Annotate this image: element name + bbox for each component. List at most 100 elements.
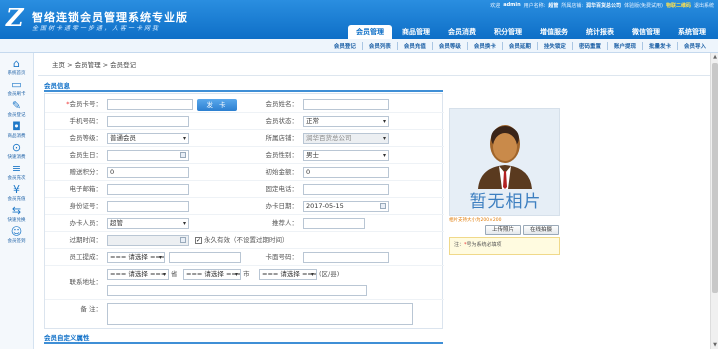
issue-card-button[interactable]: 发 卡: [197, 99, 237, 111]
card-date-input[interactable]: 2017-05-15: [303, 201, 389, 212]
subnav-extend[interactable]: 会员延期: [503, 41, 538, 50]
id-input[interactable]: [107, 201, 189, 212]
upload-photo-button[interactable]: 上传照片: [485, 225, 521, 235]
card-password-input[interactable]: [303, 252, 389, 263]
nav-tab-wechat[interactable]: 微信管理: [624, 25, 668, 39]
user-group-icon: ☺: [10, 225, 23, 238]
calendar-icon[interactable]: [380, 203, 386, 209]
email-input[interactable]: [107, 184, 189, 195]
province-select[interactable]: === 请选择 ===: [107, 269, 169, 280]
trial-text: 体验版(免费试用): [624, 3, 663, 9]
subnav-member-register[interactable]: 会员登记: [328, 41, 363, 50]
subnav-lock[interactable]: 挂失锁定: [538, 41, 573, 50]
sidebar-item-goods-consume[interactable]: ◘ 商品消费: [0, 121, 33, 142]
form-row: 电子邮箱： 固定电话：: [45, 181, 444, 198]
no-photo-text: 暂无相片: [469, 192, 542, 212]
divider: [38, 75, 710, 76]
permanent-text: 永久有效（不设置过期时间）: [204, 236, 289, 244]
exchange-icon: ⇆: [11, 204, 22, 217]
form-row: 备 注：: [45, 300, 444, 328]
bag-icon: ◘: [12, 120, 21, 133]
operator-select[interactable]: 超管: [107, 218, 189, 229]
nav-tab-value-added[interactable]: 增值服务: [532, 25, 576, 39]
bonus-points-input[interactable]: 0: [107, 167, 189, 178]
expire-label: 过期时间：: [69, 236, 103, 244]
nav-tab-points[interactable]: 积分管理: [486, 25, 530, 39]
staff-select[interactable]: === 请选择 ===: [107, 252, 165, 263]
logout-link[interactable]: 退出系统: [694, 2, 714, 9]
sidebar-item-home[interactable]: ⌂ 系统首页: [0, 58, 33, 79]
landline-label: 固定电话：: [265, 185, 299, 193]
logo-icon: Z: [6, 3, 24, 32]
level-select[interactable]: 普通会员: [107, 133, 189, 144]
capture-photo-button[interactable]: 在线拍摄: [523, 225, 559, 235]
status-select[interactable]: 正常: [303, 116, 389, 127]
scroll-down-icon[interactable]: ▼: [711, 341, 718, 349]
subnav-password-reset[interactable]: 密码重置: [573, 41, 608, 50]
scroll-thumb[interactable]: [712, 63, 718, 293]
vertical-scrollbar[interactable]: ▲ ▼: [710, 53, 718, 349]
nav-tab-goods[interactable]: 商品管理: [394, 25, 438, 39]
scroll-up-icon[interactable]: ▲: [711, 53, 718, 61]
subnav-member-import[interactable]: 会员导入: [678, 42, 712, 50]
form-row: 办卡人员： 超管 推荐人：: [45, 215, 444, 232]
subnav-withdraw[interactable]: 账户提现: [608, 41, 643, 50]
form-row: 会员生日： 会员性别： 男士: [45, 147, 444, 164]
sidebar-item-register[interactable]: ✎ 会员登记: [0, 100, 33, 121]
city-select[interactable]: === 请选择 ===: [183, 269, 241, 280]
sidebar-item-label: 系统首页: [7, 71, 26, 76]
staff-extra-input[interactable]: [169, 252, 241, 263]
expire-input[interactable]: [107, 235, 189, 246]
landline-input[interactable]: [303, 184, 389, 195]
store-name: 润华百货总公司: [586, 3, 622, 9]
sidebar-item-label: 会员签到: [7, 239, 26, 244]
subnav-member-list[interactable]: 会员列表: [363, 41, 398, 50]
referrer-input[interactable]: [303, 218, 365, 229]
member-photo: 暂无相片: [449, 108, 560, 216]
subnav-batch-issue[interactable]: 批量发卡: [643, 41, 678, 50]
subnav-member-level[interactable]: 会员等级: [433, 41, 468, 50]
permanent-checkbox[interactable]: ✓: [195, 237, 202, 244]
sidebar-item-label: 商品消费: [7, 134, 26, 139]
remark-textarea[interactable]: [107, 303, 413, 325]
calendar-icon[interactable]: [180, 152, 186, 158]
card-no-input[interactable]: [107, 99, 193, 110]
birthday-label: 会员生日：: [69, 151, 103, 159]
address-detail-input[interactable]: [107, 285, 367, 296]
store-select[interactable]: 润华百货总公司: [303, 133, 389, 144]
sidebar-item-label: 会员登记: [7, 113, 26, 118]
form-row: 身份证号： 办卡日期： 2017-05-15: [45, 198, 444, 215]
upgrade-link[interactable]: 物联二维码: [666, 2, 691, 9]
district-select[interactable]: === 请选择 ===: [259, 269, 317, 280]
yen-icon: ¥: [13, 183, 20, 196]
subnav-change-card[interactable]: 会员换卡: [468, 41, 503, 50]
app-slogan: 全国树卡通零一步通，人客一卡网我: [32, 25, 161, 32]
sidebar-item-quick-consume[interactable]: ⊙ 快速消费: [0, 142, 33, 163]
sidebar-item-recharge-times[interactable]: ≡ 会员充次: [0, 163, 33, 184]
nav-tab-reports[interactable]: 统计报表: [578, 25, 622, 39]
form-row: 手机号码： 会员状态： 正常: [45, 113, 444, 130]
sidebar-item-signin[interactable]: ☺ 会员签到: [0, 226, 33, 247]
nav-tab-consumption[interactable]: 会员消费: [440, 25, 484, 39]
address-label: 联系地址：: [69, 278, 103, 286]
sidebar-item-label: 快速兑换: [7, 218, 26, 223]
user-name-label: 用户名称:: [523, 3, 546, 9]
member-name-input[interactable]: [303, 99, 389, 110]
district-unit: (区/县): [319, 270, 340, 278]
calendar-icon[interactable]: [180, 237, 186, 243]
member-name-label: 会员姓名：: [265, 100, 299, 108]
username: admin: [503, 2, 521, 8]
sidebar-item-exchange[interactable]: ⇆ 快速兑换: [0, 205, 33, 226]
initial-amount-input[interactable]: 0: [303, 167, 389, 178]
sidebar-item-card-swipe[interactable]: ▭ 会员刷卡: [0, 79, 33, 100]
sidebar-item-recharge[interactable]: ¥ 会员充值: [0, 184, 33, 205]
remark-label: 备 注：: [80, 305, 102, 313]
gender-select[interactable]: 男士: [303, 150, 389, 161]
subnav-member-recharge[interactable]: 会员充值: [398, 41, 433, 50]
sub-nav: 会员登记 会员列表 会员充值 会员等级 会员换卡 会员延期 挂失锁定 密码重置 …: [0, 39, 718, 53]
nav-tab-system[interactable]: 系统管理: [670, 25, 714, 39]
birthday-input[interactable]: [107, 150, 189, 161]
referrer-label: 推荐人：: [272, 219, 298, 227]
phone-input[interactable]: [107, 116, 189, 127]
nav-tab-member[interactable]: 会员管理: [348, 25, 392, 39]
